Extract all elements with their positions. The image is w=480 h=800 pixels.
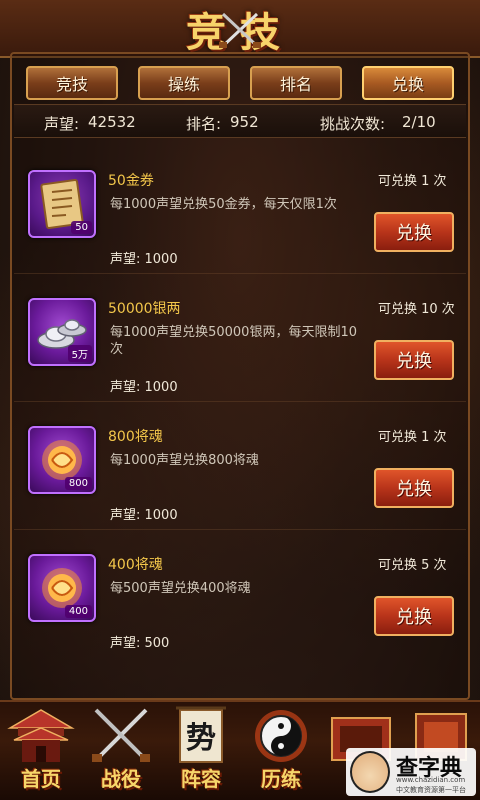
- item-description: 每1000声望兑换50金券，每天仅限1次: [110, 197, 337, 212]
- item-name: 800将魂: [108, 429, 163, 445]
- exchange-button[interactable]: 兑换: [374, 596, 454, 636]
- nav-formation[interactable]: 势 阵容: [162, 704, 240, 798]
- challenge-label: 挑战次数:: [320, 115, 386, 133]
- item-icon-frame: 50: [28, 170, 96, 238]
- crossed-swords-icon: [219, 12, 261, 48]
- nav-trial[interactable]: 历练: [242, 704, 320, 798]
- item-qty: 5万: [67, 345, 92, 362]
- item-cost: 声望: 1000: [110, 380, 178, 395]
- tab-arena[interactable]: 竞技: [26, 66, 118, 100]
- item-cost: 声望: 1000: [110, 252, 178, 267]
- item-cost: 声望: 1000: [110, 508, 178, 523]
- watermark-url: www.chazidian.com: [396, 776, 466, 784]
- yin-yang-icon: [255, 710, 307, 762]
- item-description: 每1000声望兑换800将魂: [110, 453, 259, 468]
- nav-formation-label: 阵容: [181, 767, 221, 791]
- crossed-swords-icon: [92, 708, 150, 762]
- list-item: 5万 50000银两 每1000声望兑换50000银两，每天限制10次 声望: …: [14, 274, 466, 402]
- item-icon-frame: 400: [28, 554, 96, 622]
- rank-label: 排名:: [186, 115, 222, 133]
- nav-campaign-label: 战役: [101, 767, 141, 791]
- tab-training[interactable]: 操练: [138, 66, 230, 100]
- item-cost: 声望: 500: [110, 636, 170, 651]
- list-item: 50 50金券 每1000声望兑换50金券，每天仅限1次 声望: 1000 可兑…: [14, 146, 466, 274]
- item-exchange-count: 可兑换 1 次: [378, 430, 447, 445]
- item-description: 每500声望兑换400将魂: [110, 581, 251, 596]
- nav-campaign[interactable]: 战役: [82, 704, 160, 798]
- list-item: 400 400将魂 每500声望兑换400将魂 声望: 500 可兑换 5 次 …: [14, 530, 466, 658]
- watermark-subtitle: 中文教育资源第一平台: [396, 786, 466, 794]
- item-qty: 400: [64, 605, 92, 618]
- nav-home[interactable]: 首页: [2, 704, 80, 798]
- item-exchange-count: 可兑换 10 次: [378, 302, 455, 317]
- reputation-value: 42532: [88, 113, 136, 131]
- palace-icon: [7, 709, 75, 762]
- banner-char: 势: [186, 721, 216, 756]
- item-exchange-count: 可兑换 1 次: [378, 174, 447, 189]
- item-name: 50金券: [108, 173, 154, 189]
- stats-bar: 声望: 42532 排名: 952 挑战次数: 2/10: [14, 104, 466, 138]
- header-bar: 竞技: [0, 0, 480, 58]
- nav-home-label: 首页: [21, 767, 61, 791]
- item-icon-frame: 5万: [28, 298, 96, 366]
- exchange-button[interactable]: 兑换: [374, 340, 454, 380]
- challenge-value: 2/10: [402, 113, 436, 131]
- item-exchange-count: 可兑换 5 次: [378, 558, 447, 573]
- rank-value: 952: [230, 113, 259, 131]
- item-name: 400将魂: [108, 557, 163, 573]
- item-icon-frame: 800: [28, 426, 96, 494]
- item-qty: 800: [64, 477, 92, 490]
- banner-icon: 势: [176, 706, 226, 763]
- exchange-button[interactable]: 兑换: [374, 212, 454, 252]
- item-description: 每1000声望兑换50000银两，每天限制10次: [110, 325, 357, 357]
- reputation-label: 声望:: [44, 115, 80, 133]
- exchange-button[interactable]: 兑换: [374, 468, 454, 508]
- watermark-logo: 查字典 www.chazidian.com 中文教育资源第一平台: [346, 748, 476, 796]
- tab-exchange[interactable]: 兑换: [362, 66, 454, 100]
- nav-trial-label: 历练: [261, 767, 301, 791]
- list-item: 800 800将魂 每1000声望兑换800将魂 声望: 1000 可兑换 1 …: [14, 402, 466, 530]
- tab-ranking[interactable]: 排名: [250, 66, 342, 100]
- avatar-icon: [350, 751, 390, 793]
- item-qty: 50: [71, 221, 92, 234]
- item-name: 50000银两: [108, 301, 181, 317]
